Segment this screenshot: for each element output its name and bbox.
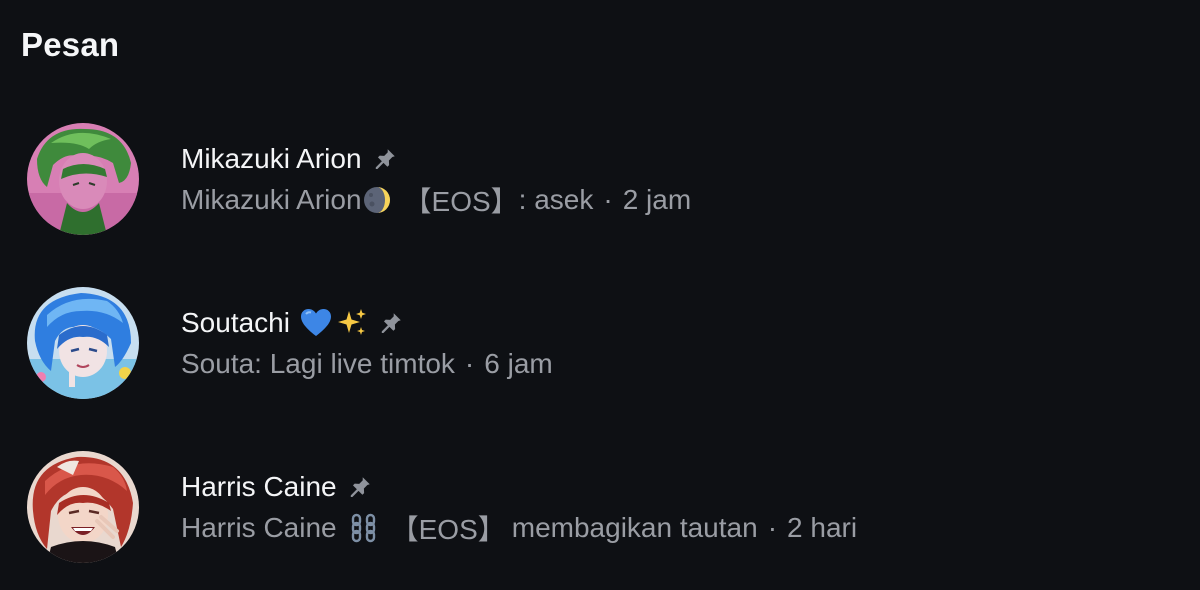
preview-sender: Harris Caine <box>181 512 337 543</box>
separator: · <box>464 348 475 379</box>
preview-text: membagikan tautan <box>511 512 758 543</box>
preview-tag: 【EOS】 <box>403 186 519 217</box>
crescent-moon-emoji-icon <box>362 185 392 215</box>
pin-icon <box>378 310 404 336</box>
preview-tag: 【EOS】 <box>390 514 506 545</box>
pin-icon <box>372 146 398 172</box>
preview-sender: Mikazuki Arion <box>181 184 362 215</box>
avatar[interactable] <box>27 287 139 399</box>
blue-heart-emoji-icon <box>300 308 332 338</box>
preview-text: Souta: Lagi live timtok <box>181 348 455 379</box>
contact-name: Mikazuki Arion <box>181 143 362 174</box>
separator: · <box>767 512 778 543</box>
timestamp: 2 hari <box>787 512 858 543</box>
page-title: Pesan <box>21 26 120 63</box>
chain-emoji-icon <box>349 513 379 543</box>
contact-name: Harris Caine <box>181 471 337 502</box>
contact-name: Soutachi <box>181 307 290 338</box>
preview-text: : asek <box>518 184 594 215</box>
separator: · <box>603 184 613 215</box>
pin-icon <box>347 474 373 500</box>
conversation-item-soutachi[interactable]: Soutachi Souta: Lagi live timtok · 6 jam <box>0 268 1200 418</box>
avatar[interactable] <box>27 123 139 235</box>
timestamp: 6 jam <box>484 348 553 379</box>
conversation-item-mikazuki-arion[interactable]: Mikazuki Arion Mikazuki Arion 【EOS】 : as… <box>0 104 1200 254</box>
sparkles-emoji-icon <box>336 307 368 339</box>
conversation-item-harris-caine[interactable]: Harris Caine Harris Caine 【EOS】 membagik… <box>0 432 1200 582</box>
avatar[interactable] <box>27 451 139 563</box>
timestamp: 2 jam <box>622 184 692 215</box>
